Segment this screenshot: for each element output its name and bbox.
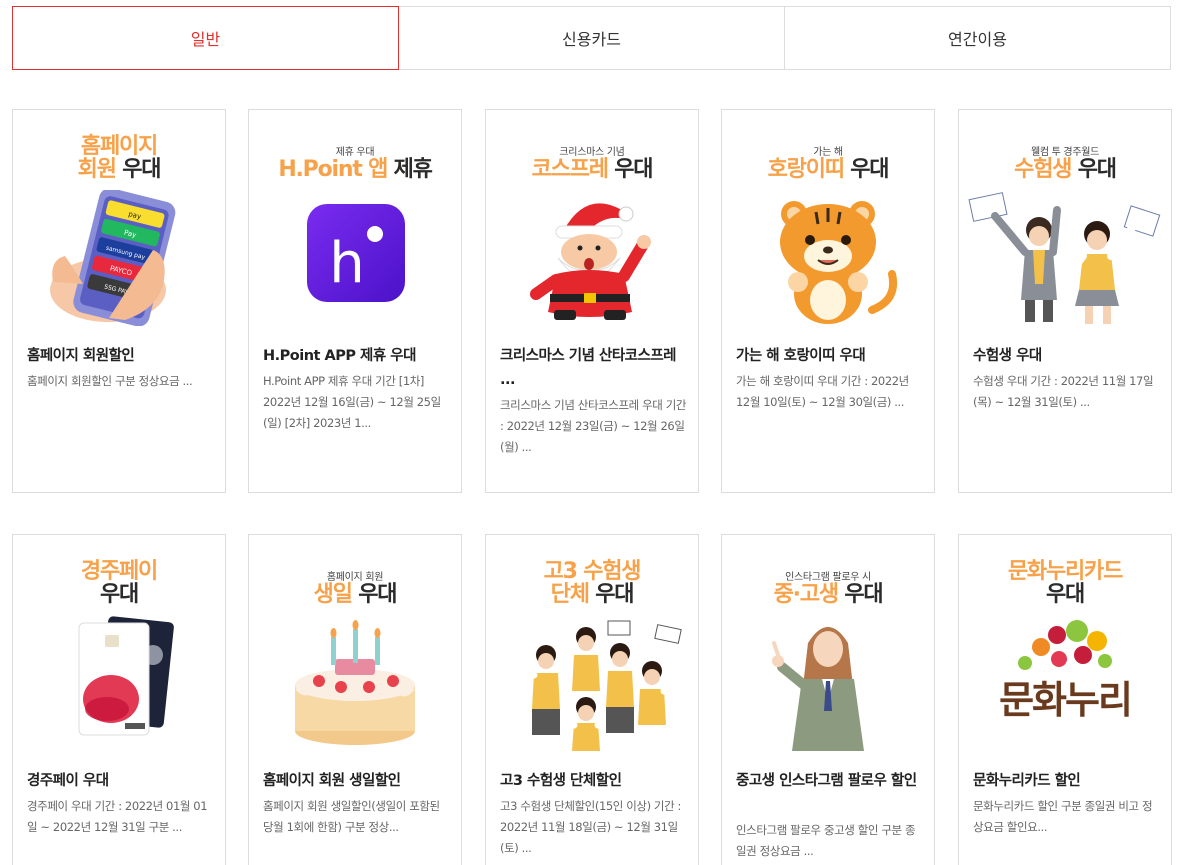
- student-group-icon: [504, 620, 682, 751]
- tab-label: 신용카드: [562, 30, 621, 49]
- card-description: 경주페이 우대 기간 : 2022년 01월 01일 ~ 2022년 12월 3…: [27, 799, 208, 834]
- poster-subtitle: 웰컴 투 경주월드: [1030, 147, 1100, 158]
- birthday-cake-icon: [295, 620, 415, 745]
- card-title: 문화누리카드 할인: [973, 773, 1081, 789]
- card-title: 홈페이지 회원 생일할인: [263, 773, 401, 789]
- card-title: H.Point APP 제휴 우대: [263, 348, 416, 364]
- tab-credit-card[interactable]: 신용카드: [399, 6, 785, 70]
- card-title: 중고생 인스타그램 팔로우 할인: [736, 773, 917, 789]
- promo-poster: 가는 해 호랑이띠 우대: [722, 110, 934, 330]
- card-description: 홈페이지 회원할인 구분 정상요금 ...: [27, 374, 193, 388]
- poster-subtitle: 크리스마스 기념: [559, 147, 625, 158]
- hpoint-app-icon: h: [307, 204, 405, 302]
- category-tabs: 일반 신용카드 연간이용: [12, 6, 1171, 70]
- promo-poster: 문화누리카드 우대 문화누리: [959, 535, 1171, 755]
- poster-heading: 회원 우대: [77, 157, 162, 182]
- gyeongju-pay-card-icon: [78, 616, 174, 736]
- promo-poster: 인스타그램 팔로우 시 중·고생 우대: [722, 535, 934, 755]
- poster-heading: 우대: [99, 582, 139, 607]
- poster-heading: H.Point 앱 제휴: [278, 157, 433, 182]
- promo-card-munhwa-nuri[interactable]: 문화누리카드 우대 문화누리 문화누리카드 할인 문화누리카드 할인 구분 종일…: [958, 534, 1172, 865]
- poster-heading: 코스프레 우대: [531, 157, 654, 182]
- promo-card-hpoint-app[interactable]: 제휴 우대 H.Point 앱 제휴 h H.Point APP 제휴 우대 H…: [248, 109, 462, 493]
- tiger-icon: [780, 201, 897, 324]
- card-description: 고3 수험생 단체할인(15인 이상) 기간 : 2022년 11월 18일(금…: [500, 799, 682, 855]
- pay-phone-icon: pay Pay samsung pay PAYCO SSG PAY: [50, 190, 176, 326]
- students-cheer-icon: [968, 192, 1161, 324]
- tab-label: 일반: [190, 30, 221, 49]
- poster-heading: 우대: [1045, 582, 1085, 607]
- svg-text:문화누리: 문화누리: [999, 678, 1131, 722]
- poster-subtitle: 제휴 우대: [335, 147, 375, 158]
- card-description: 문화누리카드 할인 구분 종일권 비고 정상요금 할인요...: [973, 799, 1153, 834]
- card-title: 크리스마스 기념 산타코스프레 ...: [500, 348, 677, 388]
- poster-subtitle: 홈페이지 회원: [326, 572, 384, 583]
- promo-card-homepage-member[interactable]: 홈페이지 회원 우대 pay Pay samsung pay PAYCO SSG…: [12, 109, 226, 493]
- santa-icon: [530, 203, 651, 320]
- promo-card-exam-student[interactable]: 웰컴 투 경주월드 수험생 우대 수험생 우대 수험생 우대 기간 : 2022…: [958, 109, 1172, 493]
- promo-poster: 고3 수험생 단체 우대: [486, 535, 698, 755]
- munhwa-nuri-logo: 문화누리: [999, 620, 1133, 722]
- promo-poster: 홈페이지 회원 생일 우대: [249, 535, 461, 755]
- tab-annual-pass[interactable]: 연간이용: [785, 6, 1171, 70]
- poster-heading: 수험생 우대: [1014, 157, 1117, 182]
- poster-heading: 중·고생 우대: [773, 582, 884, 607]
- poster-heading: 생일 우대: [313, 582, 398, 607]
- poster-heading: 단체 우대: [550, 582, 635, 607]
- card-description: H.Point APP 제휴 우대 기간 [1차] 2022년 12월 16일(…: [263, 374, 441, 430]
- promo-poster: 크리스마스 기념 코스프레 우대: [486, 110, 698, 330]
- card-description: 홈페이지 회원 생일할인(생일이 포함된 당월 1회에 한함) 구분 정상...: [263, 799, 440, 834]
- card-title: 고3 수험생 단체할인: [500, 773, 622, 789]
- card-description: 인스타그램 팔로우 중고생 할인 구분 종일권 정상요금 ...: [736, 823, 916, 858]
- promo-poster: 제휴 우대 H.Point 앱 제휴 h: [249, 110, 461, 330]
- poster-subtitle: 가는 해: [813, 147, 843, 158]
- promo-card-instagram-student[interactable]: 인스타그램 팔로우 시 중·고생 우대 중고생 인스타그램 팔로우 할인 인스타…: [721, 534, 935, 865]
- poster-heading: 호랑이띠 우대: [767, 157, 890, 182]
- card-description: 크리스마스 기념 산타코스프레 우대 기간 : 2022년 12월 23일(금)…: [500, 398, 687, 454]
- promo-card-senior-group[interactable]: 고3 수험생 단체 우대 고3 수험생 단체할인 고3 수험생 단체할인(15인…: [485, 534, 699, 865]
- poster-heading: 고3 수험생: [543, 559, 642, 584]
- card-title: 가는 해 호랑이띠 우대: [736, 348, 866, 364]
- promo-card-tiger-year[interactable]: 가는 해 호랑이띠 우대 가는 해 호랑이띠 우대 가는 해 호랑이띠 우대 기…: [721, 109, 935, 493]
- card-description: 가는 해 호랑이띠 우대 기간 : 2022년 12월 10일(토) ~ 12월…: [736, 374, 909, 409]
- promo-poster: 웰컴 투 경주월드 수험생 우대: [959, 110, 1171, 330]
- svg-text:h: h: [329, 231, 365, 296]
- tab-label: 연간이용: [948, 30, 1007, 49]
- poster-subtitle: 인스타그램 팔로우 시: [785, 572, 871, 583]
- card-title: 홈페이지 회원할인: [27, 348, 135, 364]
- poster-heading: 경주페이: [80, 559, 158, 584]
- poster-heading: 문화누리카드: [1007, 559, 1123, 584]
- tab-general[interactable]: 일반: [12, 6, 399, 70]
- promo-card-birthday[interactable]: 홈페이지 회원 생일 우대 홈페이지 회원 생일할인 홈페이지 회원 생일할인(…: [248, 534, 462, 865]
- card-description: 수험생 우대 기간 : 2022년 11월 17일(목) ~ 12월 31일(토…: [973, 374, 1154, 409]
- promo-poster: 홈페이지 회원 우대 pay Pay samsung pay PAYCO SSG…: [13, 110, 225, 330]
- card-title: 경주페이 우대: [27, 773, 109, 789]
- poster-heading: 홈페이지: [80, 134, 158, 159]
- promo-card-gyeongju-pay[interactable]: 경주페이 우대 경주페이 우대 경주페이 우대 기간 : 2022년 01월 0…: [12, 534, 226, 865]
- promo-poster: 경주페이 우대: [13, 535, 225, 755]
- card-title: 수험생 우대: [973, 348, 1042, 364]
- student-girl-icon: [772, 627, 864, 751]
- promo-card-christmas-cosplay[interactable]: 크리스마스 기념 코스프레 우대 크리스마스 기념 산타코스프레 ... 크리스…: [485, 109, 699, 493]
